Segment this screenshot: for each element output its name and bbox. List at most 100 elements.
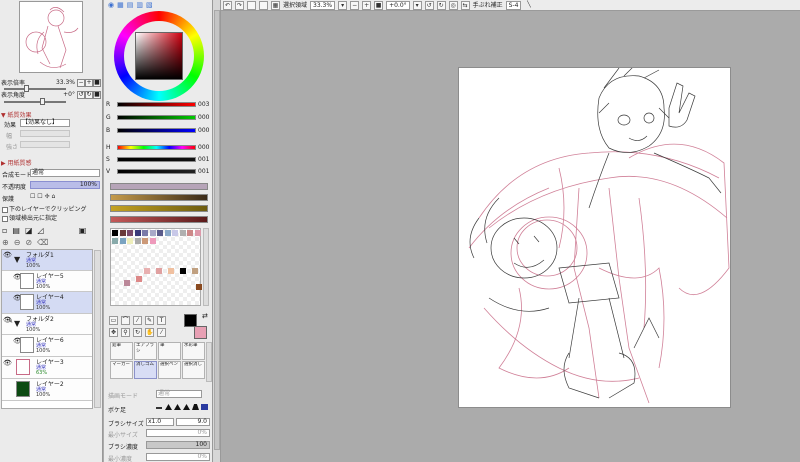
rotate-ccw-icon[interactable]: ↺ [424,0,434,10]
edge-shape-4[interactable] [183,404,190,410]
brush-watercolor[interactable]: 水彩筆 [182,342,205,360]
brush-size-mult[interactable]: x1.0 [146,418,174,426]
swatch-cell[interactable] [149,238,156,244]
swatch-cell[interactable] [127,238,133,244]
swatch-cell[interactable] [149,230,156,236]
layer-5[interactable]: 👁 レイヤー5 通常 100% [2,271,92,292]
angle-slider-knob[interactable] [40,98,45,105]
brush-density-value[interactable]: 100 [146,441,210,449]
brush-select-erase[interactable]: 選択消し [182,361,205,379]
purpose-section-title[interactable]: ▶ 用紙質感 [1,158,32,167]
zoom-reset-button[interactable]: ■ [93,78,101,87]
swatch-cell[interactable] [172,230,178,236]
zoom-out-button[interactable]: − [77,78,85,87]
move-tool[interactable]: ✥ [109,328,118,337]
min-size-value[interactable]: 0% [146,429,210,437]
navigator-preview[interactable] [19,1,83,73]
effect-combo[interactable]: 【効果なし】 [20,119,70,127]
edge-shape-6[interactable] [201,404,208,410]
eyedrop-tool-2[interactable]: ⁄ [157,328,166,337]
angle-slider[interactable] [4,101,66,103]
swatch-cell[interactable] [134,230,141,236]
swatch-cell[interactable] [157,230,163,236]
rotate-tool[interactable]: ↻ [133,328,142,337]
swatch-cell[interactable] [179,230,186,236]
mix-bar-3[interactable] [110,205,208,212]
redo-icon[interactable]: ↷ [235,0,244,10]
rect-select-tool[interactable]: ▭ [109,316,118,325]
eye-icon[interactable]: 👁 [3,359,12,367]
draw-mode-combo[interactable]: 通常 [156,390,202,398]
brush-eraser[interactable]: 消しゴム [134,361,157,379]
h-slider[interactable] [117,145,196,150]
edge-shape-2[interactable] [165,404,172,410]
undo-icon[interactable]: ↶ [223,0,232,10]
eye-icon[interactable]: 👁 [3,251,12,259]
rotate-cw-icon[interactable]: ↻ [436,0,446,10]
invert-icon[interactable] [259,0,268,10]
panel-scrollbar[interactable] [213,0,221,462]
effect-width-slider[interactable] [20,130,70,137]
swatch-cell[interactable] [119,230,126,236]
zoom-in-button[interactable]: + [85,78,93,87]
swatch-scrollbar[interactable] [203,228,209,306]
brush-airbrush[interactable]: エアブラシ [134,342,157,360]
swatch-cell[interactable] [119,238,126,244]
select-show-icon[interactable]: ▦ [271,0,280,10]
layer-2[interactable]: レイヤー2 通常 100% [2,379,92,401]
brush-brush[interactable]: 筆 [158,342,181,360]
hand-tool[interactable]: ✋ [145,328,154,337]
swatch-cell[interactable] [112,230,118,236]
expand-arrow-icon[interactable]: ▼ [14,255,20,264]
rotate-right-button[interactable]: ↻ [85,90,93,99]
v-slider[interactable] [117,169,196,174]
blend-combo[interactable]: 通常 [30,169,100,177]
r-slider[interactable] [117,102,196,107]
rotate-reset-icon[interactable]: ◎ [448,0,458,10]
edge-shape-5[interactable] [192,404,199,410]
layer-buttons-row2[interactable]: ⊕⊖⊘⌫ [2,238,53,247]
expand-arrow-icon[interactable]: ▼ [14,319,20,328]
deselect-icon[interactable] [247,0,256,10]
swatch-cell[interactable] [112,238,118,244]
zoom-plus-icon[interactable]: + [362,0,372,10]
swatch-cell[interactable] [196,284,202,290]
mix-bar-2[interactable] [110,194,208,201]
brush-marker[interactable]: マーカー [110,361,133,379]
layer-list-scrollbar[interactable] [94,250,101,408]
brush-pencil[interactable]: 鉛筆 [110,342,133,360]
text-tool[interactable]: T [157,316,166,325]
swatch-cell[interactable] [136,276,142,282]
b-slider[interactable] [117,128,196,133]
flip-icon[interactable]: ⇆ [460,0,470,10]
rotate-left-button[interactable]: ↺ [77,90,85,99]
swatch-cell[interactable] [127,230,133,236]
zoom-minus-icon[interactable]: − [350,0,360,10]
layer-buttons-row1[interactable]: ▫▤◪◿ ▣ [2,226,91,235]
zoom-combo[interactable]: 33.3% [310,0,336,10]
swatch-cell[interactable] [164,230,171,236]
zoom-fit-icon[interactable]: ■ [374,0,384,10]
effects-section-title[interactable]: ▼ 紙質効果 [1,110,32,119]
g-slider[interactable] [117,115,196,120]
swatch-cell[interactable] [194,230,201,236]
swatch-cell[interactable] [187,230,193,236]
straight-line-icon[interactable]: ╲ [524,1,533,10]
protect-icons[interactable]: ☐ ☐ ✢ ⌂ [30,193,55,200]
s-slider[interactable] [117,157,196,162]
layer-4[interactable]: 👁 レイヤー4 通常 100% [2,292,92,314]
effect-strength-slider[interactable] [20,141,70,148]
swatch-cell[interactable] [124,280,130,286]
swatch-cell[interactable] [142,230,148,236]
swatch-cell[interactable] [180,268,186,274]
edge-shape-1[interactable] [156,407,162,409]
secondary-color-swatch[interactable] [194,326,207,339]
eye-icon[interactable] [3,381,11,389]
opacity-slider[interactable]: 100% [30,181,100,189]
zoom-tool[interactable]: ⚲ [121,328,130,337]
swatch-cell[interactable] [134,238,141,244]
swatch-cell[interactable] [142,238,148,244]
swatch-cell[interactable] [156,268,162,274]
clip-checkbox[interactable]: 下のレイヤーでクリッピング [2,204,86,213]
layer-6[interactable]: 👁 レイヤー6 通常 100% [2,335,92,357]
